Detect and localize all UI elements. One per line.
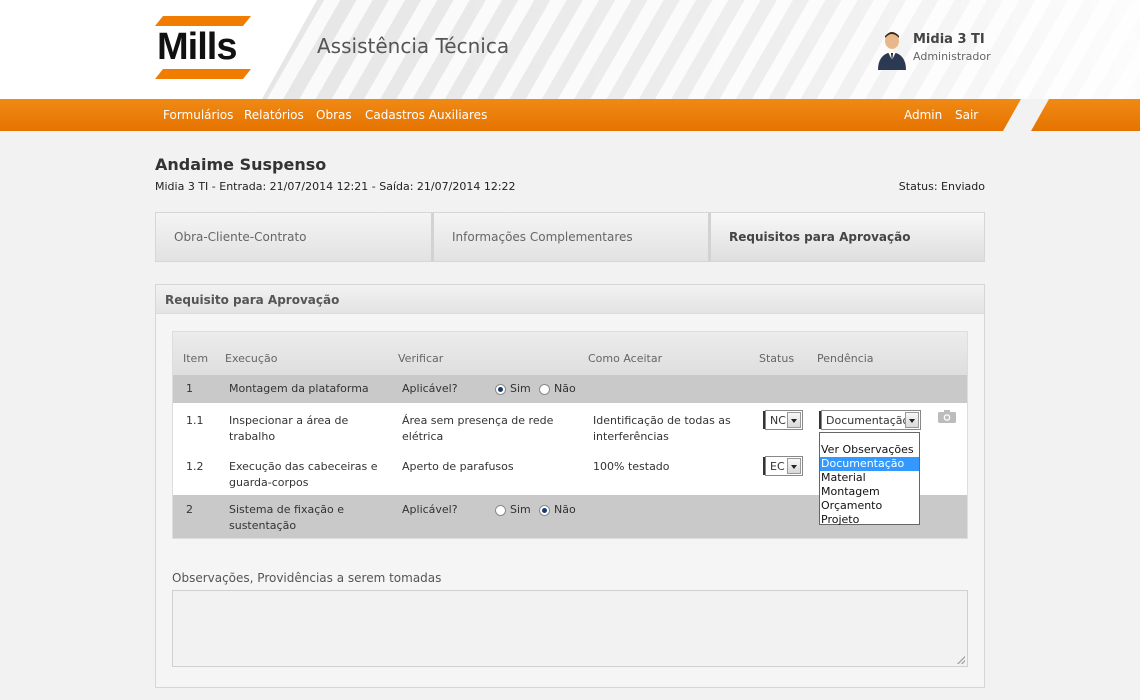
resize-handle-icon[interactable] — [957, 656, 965, 664]
status-value: EC — [770, 460, 785, 473]
logo-bar-bottom — [155, 69, 251, 79]
radio-sim[interactable] — [495, 505, 506, 516]
tab-obra-cliente-contrato[interactable]: Obra-Cliente-Contrato — [156, 213, 431, 261]
select-edge — [819, 411, 821, 429]
row-verificar: Área sem presença de rede elétrica — [402, 414, 554, 443]
nav-relatorios[interactable]: Relatórios — [244, 108, 304, 122]
radio-nao-label: Não — [554, 503, 576, 516]
status-value: NC — [770, 414, 786, 427]
camera-icon[interactable] — [938, 410, 956, 423]
user-name: Midia 3 TI — [913, 32, 985, 47]
row-item: 1.1 — [186, 414, 204, 427]
pendencia-select[interactable]: Documentação — [819, 410, 921, 430]
select-edge — [763, 411, 765, 429]
app-title: Assistência Técnica — [317, 34, 510, 58]
radio-nao[interactable] — [539, 505, 550, 516]
radio-sim-label: Sim — [510, 503, 531, 516]
header: Mills Assistência Técnica Midia 3 TI Adm… — [0, 0, 1140, 99]
radio-sim[interactable] — [495, 384, 506, 395]
col-pendencia: Pendência — [817, 352, 874, 365]
table-header: Item Execução Verificar Como Aceitar Sta… — [173, 332, 967, 375]
navbar-orange-band — [0, 99, 1021, 131]
nav-obras[interactable]: Obras — [316, 108, 352, 122]
status-select[interactable]: EC — [763, 456, 803, 476]
row-execucao: Inspecionar a área de trabalho — [229, 414, 349, 443]
status-select[interactable]: NC — [763, 410, 803, 430]
option-ver-observacoes[interactable]: Ver Observações — [820, 443, 919, 457]
nav-admin[interactable]: Admin — [904, 108, 942, 122]
col-verificar: Verificar — [398, 352, 444, 365]
table-row: 1 Montagem da plataforma Aplicável? Sim … — [173, 375, 967, 403]
panel-title: Requisito para Aprovação — [165, 293, 340, 307]
radio-nao[interactable] — [539, 384, 550, 395]
tab-informacoes-complementares[interactable]: Informações Complementares — [434, 213, 708, 261]
col-execucao: Execução — [225, 352, 278, 365]
observations-label: Observações, Providências a serem tomada… — [172, 571, 442, 585]
page-subtitle: Midia 3 TI - Entrada: 21/07/2014 12:21 -… — [155, 180, 516, 193]
col-status: Status — [759, 352, 795, 365]
row-como-aceitar: Identificação de todas as interferências — [593, 414, 731, 443]
pendencia-dropdown-list: Ver Observações Documentação Material Mo… — [819, 432, 920, 527]
row-verificar: Aplicável? — [402, 503, 458, 516]
page-title: Andaime Suspenso — [155, 155, 327, 174]
mills-logo[interactable]: Mills — [155, 16, 251, 80]
page-status: Status: Enviado — [898, 180, 985, 193]
chevron-down-icon — [787, 458, 801, 474]
option-orcamento[interactable]: Orçamento — [820, 499, 919, 513]
row-execucao: Montagem da plataforma — [229, 382, 369, 395]
user-role: Administrador — [913, 50, 991, 63]
row-como-aceitar: 100% testado — [593, 460, 670, 473]
option-material[interactable]: Material — [820, 471, 919, 485]
logo-text: Mills — [157, 26, 237, 68]
nav-formularios[interactable]: Formulários — [163, 108, 233, 122]
radio-sim-label: Sim — [510, 382, 531, 395]
col-como-aceitar: Como Aceitar — [588, 352, 663, 365]
user-avatar-icon — [878, 32, 906, 70]
nav-cadastros-auxiliares[interactable]: Cadastros Auxiliares — [365, 108, 487, 122]
chevron-down-icon — [905, 412, 919, 428]
option-documentacao[interactable]: Documentação — [820, 457, 919, 471]
option-montagem[interactable]: Montagem — [820, 485, 919, 499]
tab-requisitos-aprovacao[interactable]: Requisitos para Aprovação — [711, 213, 984, 261]
user-info: Midia 3 TI Administrador — [876, 30, 996, 70]
pendencia-value: Documentação — [826, 414, 910, 427]
logo-bar-top — [155, 16, 251, 26]
radio-nao-label: Não — [554, 382, 576, 395]
panel-header: Requisito para Aprovação — [156, 285, 984, 314]
row-execucao: Sistema de fixação e sustentação — [229, 503, 345, 532]
row-item: 2 — [186, 503, 193, 516]
chevron-down-icon — [787, 412, 801, 428]
observations-textarea[interactable] — [172, 590, 968, 667]
select-edge — [763, 457, 765, 475]
row-verificar: Aperto de parafusos — [402, 460, 514, 473]
row-verificar: Aplicável? — [402, 382, 458, 395]
row-item: 1.2 — [186, 460, 204, 473]
row-item: 1 — [186, 382, 193, 395]
nav-sair[interactable]: Sair — [955, 108, 978, 122]
row-execucao: Execução das cabeceiras e guarda-corpos — [229, 460, 378, 489]
main-navbar: Formulários Relatórios Obras Cadastros A… — [0, 99, 1140, 131]
option-projeto[interactable]: Projeto — [820, 513, 919, 527]
tab-bar: Obra-Cliente-Contrato Informações Comple… — [155, 212, 985, 262]
col-item: Item — [183, 352, 209, 365]
navbar-orange-band-right — [1031, 99, 1140, 131]
